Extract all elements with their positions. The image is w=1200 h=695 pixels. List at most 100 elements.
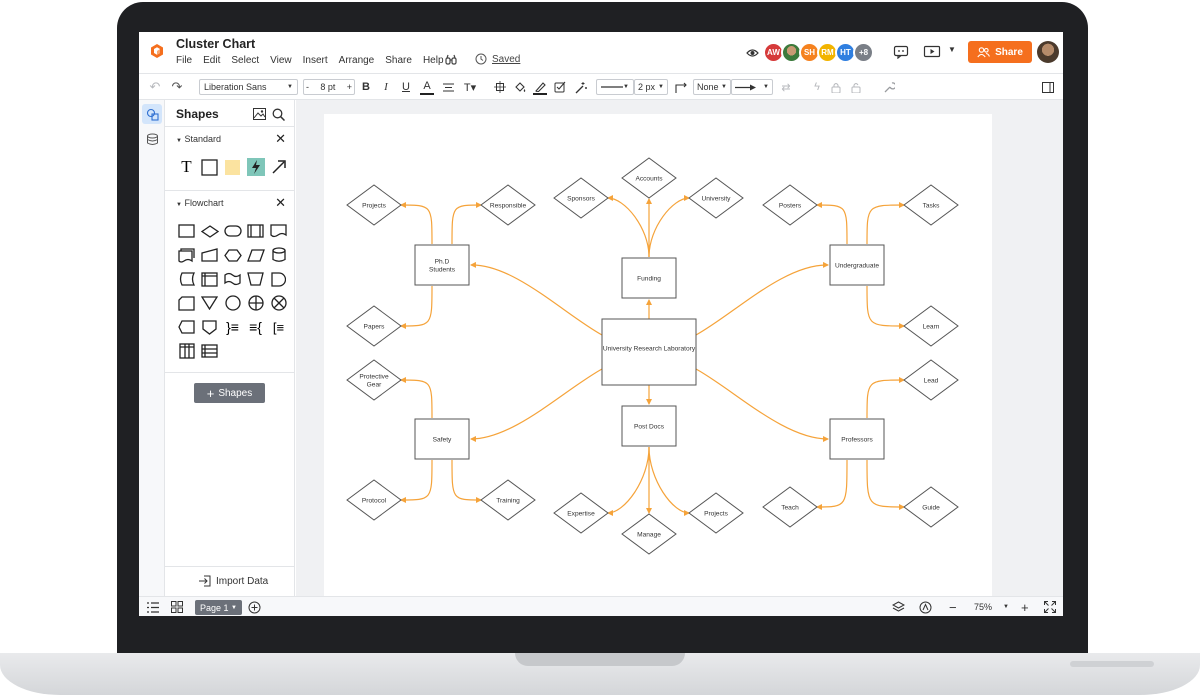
panel-toggle-icon[interactable] (1041, 79, 1055, 95)
leaf-node[interactable]: Lead (903, 359, 959, 401)
standard-section-header[interactable]: ▼ Standard ✕ (165, 126, 295, 148)
multi-document-shape[interactable] (175, 244, 198, 266)
rectangle-shape[interactable] (198, 156, 221, 178)
diagram-page[interactable]: Projects Responsible Papers Sponsors Account… (324, 114, 992, 596)
close-icon[interactable]: ✕ (275, 131, 286, 147)
image-icon[interactable] (253, 108, 266, 120)
zoom-in-button[interactable]: + (1021, 600, 1029, 615)
leaf-node[interactable]: Learn (903, 305, 959, 347)
zoom-out-button[interactable]: − (949, 600, 957, 615)
eye-icon[interactable] (746, 47, 759, 59)
text-options-icon[interactable]: T▾ (461, 79, 479, 95)
hub-node[interactable]: Safety (414, 418, 470, 460)
leaf-node[interactable]: Papers (346, 305, 402, 347)
arrow-start-select[interactable]: None ▼ (693, 79, 731, 95)
connector-line[interactable] (470, 261, 603, 336)
underline-button[interactable]: U (399, 79, 413, 95)
leaf-node[interactable]: Sponsors (553, 177, 609, 219)
text-shape[interactable]: T (175, 156, 198, 178)
or-shape[interactable] (267, 292, 290, 314)
connector-line[interactable] (607, 446, 650, 516)
chevron-down-icon[interactable]: ▼ (1003, 600, 1009, 614)
undo-icon[interactable]: ↶ (148, 79, 162, 95)
manual-operation-shape[interactable] (244, 268, 267, 290)
connector-line[interactable] (400, 202, 433, 245)
binoculars-icon[interactable] (445, 54, 457, 66)
center-node[interactable]: University Research Laboratory (601, 318, 697, 386)
connector-line[interactable] (648, 446, 690, 516)
canvas-area[interactable]: Projects Responsible Papers Sponsors Account… (296, 100, 1063, 596)
connector-line[interactable] (648, 195, 690, 258)
menu-help[interactable]: Help (423, 55, 444, 66)
close-icon[interactable]: ✕ (275, 195, 286, 211)
leaf-node[interactable]: Manage (621, 513, 677, 555)
leaf-node[interactable]: Projects (346, 184, 402, 226)
preparation-shape[interactable] (221, 244, 244, 266)
menu-file[interactable]: File (176, 55, 192, 66)
list-view-icon[interactable] (147, 600, 159, 614)
leaf-node[interactable]: Posters (762, 184, 818, 226)
lock-icon[interactable] (829, 79, 843, 95)
fullscreen-icon[interactable] (1044, 600, 1056, 614)
cluster-diagram[interactable]: Projects Responsible Papers Sponsors Account… (324, 114, 992, 596)
connector-line[interactable] (400, 459, 433, 503)
leaf-node[interactable]: Projects (688, 492, 744, 534)
search-icon[interactable] (272, 108, 285, 121)
flowchart-section-header[interactable]: ▼ Flowchart ✕ (165, 190, 295, 212)
grid-view-icon[interactable] (171, 600, 183, 614)
menu-insert[interactable]: Insert (303, 55, 328, 66)
position-icon[interactable] (493, 79, 507, 95)
connector-line[interactable] (866, 285, 905, 329)
menu-edit[interactable]: Edit (203, 55, 220, 66)
arrow-end-select[interactable]: ▼ (731, 79, 773, 95)
save-status[interactable]: Saved (475, 53, 520, 65)
font-family-select[interactable]: Liberation Sans ▼ (199, 79, 298, 95)
effects-icon[interactable] (573, 79, 587, 95)
connector-line[interactable] (695, 261, 829, 336)
annotation-brace-shape[interactable]: }≡ (221, 316, 244, 338)
leaf-node[interactable]: Training (480, 479, 536, 521)
leaf-node[interactable]: Protocol (346, 479, 402, 521)
swimlane-horizontal-shape[interactable] (198, 340, 221, 362)
predefined-process-shape[interactable] (244, 220, 267, 242)
terminator-shape[interactable] (221, 220, 244, 242)
add-page-icon[interactable] (248, 600, 261, 614)
menu-arrange[interactable]: Arrange (339, 55, 375, 66)
document-title[interactable]: Cluster Chart (176, 37, 255, 51)
app-logo-icon[interactable] (149, 43, 165, 59)
delay-shape[interactable] (267, 268, 290, 290)
hub-node[interactable]: Funding (621, 257, 677, 299)
wrench-icon[interactable] (882, 79, 896, 95)
swap-arrows-icon[interactable]: ⇄ (779, 79, 793, 95)
document-shape[interactable] (267, 220, 290, 242)
unlock-icon[interactable] (849, 79, 863, 95)
shapes-library-icon[interactable] (142, 104, 162, 124)
leaf-node[interactable]: Protective Gear (346, 359, 402, 401)
connector-line[interactable] (451, 202, 482, 245)
hexagon-display-shape[interactable] (175, 316, 198, 338)
connector-line[interactable] (470, 368, 603, 442)
chevron-down-icon[interactable]: ▼ (948, 45, 956, 54)
align-icon[interactable] (441, 79, 455, 95)
annotation-bracket-shape[interactable]: [≡ (267, 316, 290, 338)
menu-share[interactable]: Share (385, 55, 412, 66)
bold-button[interactable]: B (359, 79, 373, 95)
comment-icon[interactable] (893, 45, 909, 59)
annotation-brace-left-shape[interactable]: ≡{ (244, 316, 267, 338)
add-shapes-button[interactable]: + Shapes (194, 383, 265, 403)
connector-line[interactable] (400, 285, 433, 329)
user-avatar[interactable] (1037, 41, 1059, 63)
lightning-icon[interactable]: ϟ (810, 79, 824, 95)
parallelogram-shape[interactable] (244, 244, 267, 266)
connector-line[interactable] (451, 459, 482, 503)
line-width-select[interactable]: 2 px ▼ (634, 79, 668, 95)
font-size-stepper[interactable]: - 8 pt + (303, 79, 355, 95)
leaf-node[interactable]: Tasks (903, 184, 959, 226)
line-color-icon[interactable] (533, 79, 547, 95)
off-page-connector-shape[interactable] (198, 316, 221, 338)
leaf-node[interactable]: University (688, 177, 744, 219)
leaf-node[interactable]: Accounts (621, 157, 677, 199)
line-style-select[interactable]: ▼ (596, 79, 634, 95)
connector-line[interactable] (400, 377, 433, 419)
layers-icon[interactable] (892, 600, 905, 614)
